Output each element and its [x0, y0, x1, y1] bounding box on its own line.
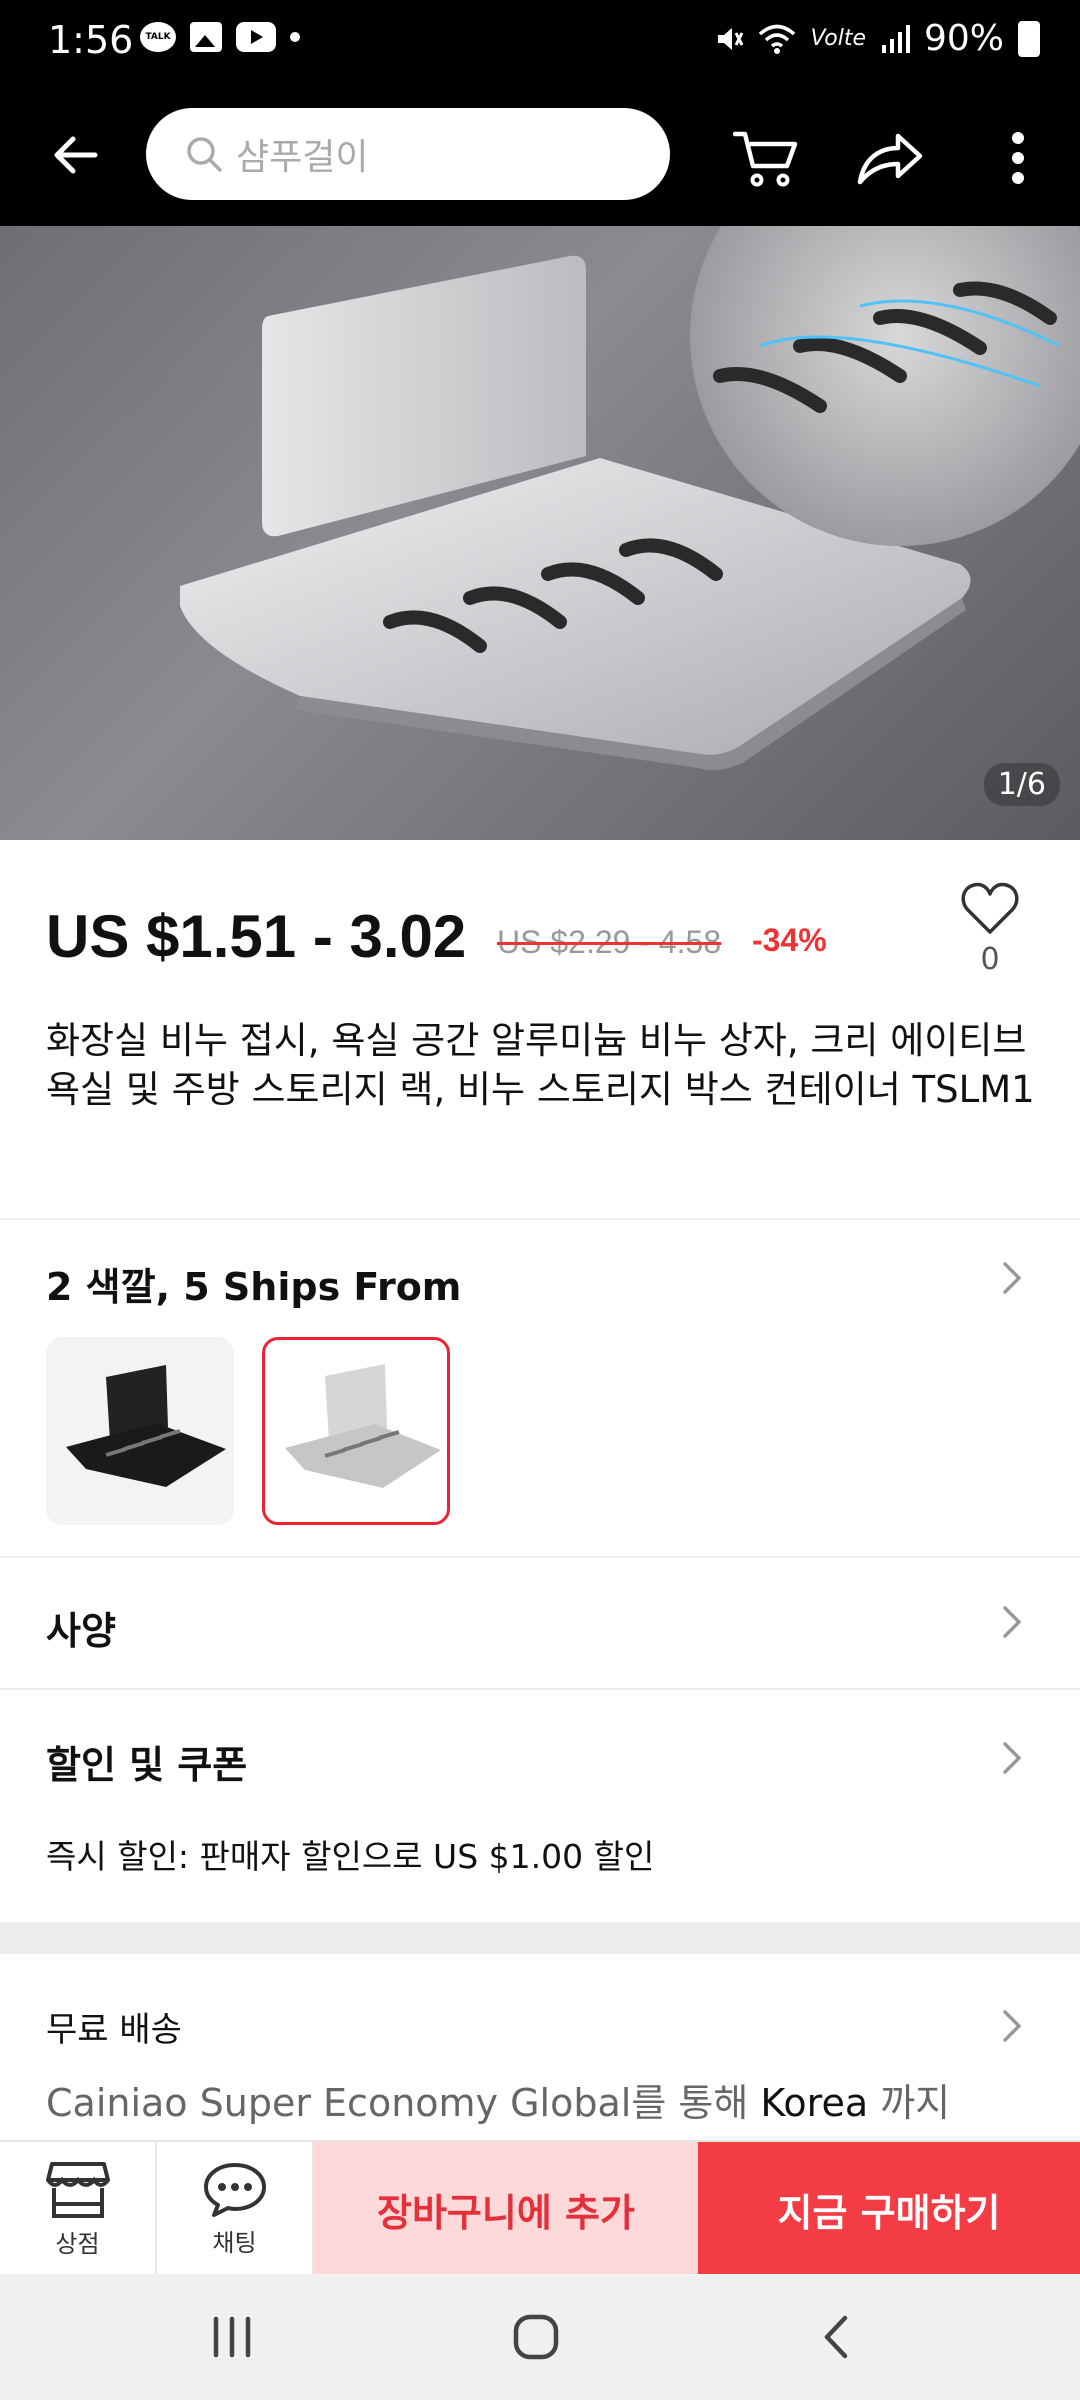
add-to-cart-button[interactable]: 장바구니에 추가 — [314, 2142, 698, 2276]
divider — [0, 1688, 1080, 1690]
original-price: US $2.29 - 4.58 — [497, 924, 722, 960]
share-button[interactable] — [850, 118, 930, 198]
volte-indicator: Volte — [810, 26, 866, 51]
status-time: 1:56 — [48, 18, 134, 62]
chat-icon — [203, 2162, 266, 2217]
divider — [0, 1556, 1080, 1558]
shipping-destination: Korea — [760, 2081, 869, 2125]
more-vertical-icon — [1012, 132, 1024, 184]
notification-icons: TALK — [140, 22, 300, 52]
chevron-right-icon — [1003, 1606, 1021, 1638]
coupons-chevron[interactable] — [992, 1738, 1032, 1778]
search-icon — [187, 137, 222, 172]
battery-percent: 90% — [923, 18, 1004, 59]
shipping-until: 까지 — [868, 2081, 951, 2125]
top-nav: 샴푸걸이 — [0, 84, 1080, 226]
cart-button[interactable] — [726, 118, 806, 198]
variant-swatch-silver[interactable] — [262, 1337, 450, 1525]
back-button[interactable] — [40, 120, 110, 190]
wifi-icon — [759, 24, 796, 54]
wishlist-count: 0 — [980, 942, 1000, 977]
back-arrow-icon — [54, 136, 98, 174]
price-block: US $1.51 - 3.02 US $2.29 - 4.58 -34% 0 화… — [0, 840, 1080, 1220]
specs-label[interactable]: 사양 — [46, 1600, 116, 1655]
back-icon — [824, 2315, 848, 2359]
variant-swatch-black[interactable] — [46, 1337, 234, 1525]
product-title: 화장실 비누 접시, 욕실 공간 알루미늄 비누 상자, 크리 에이티브 욕실 … — [46, 1019, 1035, 1111]
black-soap-dish-thumbnail — [66, 1365, 226, 1487]
soap-dish-photo — [180, 226, 1080, 770]
store-icon — [45, 2161, 110, 2218]
chevron-right-icon — [1003, 2010, 1021, 2042]
system-back-button[interactable] — [796, 2304, 876, 2370]
share-icon — [857, 133, 923, 185]
store-button[interactable]: 상점 — [0, 2142, 157, 2276]
shipping-description: Cainiao Super Economy Global를 통해 Korea 까… — [46, 2072, 950, 2127]
status-bar: 1:56 TALK Volte 90% — [0, 0, 1080, 84]
variants-chevron[interactable] — [992, 1258, 1032, 1298]
wishlist-button[interactable]: 0 — [950, 880, 1030, 990]
youtube-notification-icon — [236, 22, 276, 52]
shipping-label[interactable]: 무료 배송 — [46, 2002, 182, 2051]
specs-chevron[interactable] — [992, 1602, 1032, 1642]
chevron-right-icon — [1003, 1262, 1021, 1294]
price: US $1.51 - 3.02 — [46, 903, 467, 970]
image-counter: 1/6 — [983, 763, 1060, 806]
system-navigation-bar — [0, 2274, 1080, 2400]
kakaotalk-icon: TALK — [140, 22, 176, 52]
divider — [0, 1218, 1080, 1220]
gallery-notification-icon — [190, 22, 222, 52]
recent-apps-icon — [213, 2316, 251, 2358]
mute-icon — [718, 27, 744, 50]
buy-now-button[interactable]: 지금 구매하기 — [698, 2142, 1080, 2276]
chat-label: 채팅 — [212, 2228, 257, 2257]
store-label: 상점 — [55, 2229, 100, 2258]
silver-soap-dish-thumbnail — [285, 1364, 441, 1488]
chat-button[interactable]: 채팅 — [157, 2142, 314, 2276]
bottom-action-bar: 상점 채팅 장바구니에 추가 지금 구매하기 — [0, 2140, 1080, 2276]
more-options-button[interactable] — [978, 118, 1058, 198]
signal-icon — [881, 24, 910, 53]
search-input[interactable]: 샴푸걸이 — [146, 108, 670, 200]
recent-apps-button[interactable] — [192, 2304, 272, 2370]
battery-icon — [1018, 20, 1040, 57]
instant-discount-text: 즉시 할인: 판매자 할인으로 US $1.00 할인 — [46, 1837, 655, 1876]
shipping-chevron[interactable] — [992, 2006, 1032, 2046]
chevron-right-icon — [1003, 1742, 1021, 1774]
discount-percent: -34% — [752, 922, 827, 958]
variants-title[interactable]: 2 색깔, 5 Ships From — [46, 1256, 461, 1311]
more-notifications-dot-icon — [290, 32, 300, 42]
search-placeholder: 샴푸걸이 — [236, 137, 369, 178]
product-image-gallery[interactable]: 1/6 — [0, 226, 1080, 840]
heart-icon — [961, 882, 1019, 934]
coupons-label[interactable]: 할인 및 쿠폰 — [46, 1734, 247, 1789]
cart-icon — [733, 131, 798, 187]
home-icon — [513, 2314, 559, 2360]
section-separator — [0, 1922, 1080, 1954]
system-status: Volte 90% — [714, 18, 1040, 59]
shipping-via: 를 통해 — [631, 2081, 761, 2125]
shipping-carrier: Cainiao Super Economy Global — [46, 2081, 632, 2125]
home-button[interactable] — [496, 2304, 576, 2370]
